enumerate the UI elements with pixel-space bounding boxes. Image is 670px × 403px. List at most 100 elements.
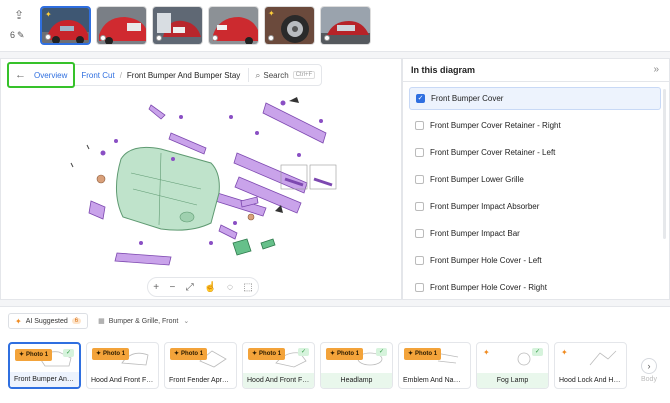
select-box-icon[interactable]: ⬚ [243, 282, 252, 293]
check-icon: ✓ [63, 349, 74, 357]
lower-grille[interactable] [114, 252, 172, 266]
suggestion-card[interactable]: ✦ Photo 1 Emblem And Name ... [398, 342, 471, 389]
breadcrumb-current: Front Bumper And Bumper Stay [126, 70, 241, 80]
search-shortcut: Ctrl+F [292, 71, 316, 79]
list-item[interactable]: Front Bumper Lower Grille [409, 168, 661, 191]
group-dropdown[interactable]: ▦ Bumper & Grille, Front ⌄ [92, 313, 195, 329]
item-label: Front Bumper Cover Retainer - Right [430, 121, 561, 130]
list-item[interactable]: Front Bumper Impact Absorber [409, 195, 661, 218]
item-label: Front Bumper Impact Bar [430, 229, 520, 238]
checkbox[interactable]: ✓ [416, 94, 425, 103]
photo-strip: ⇪ 6 ✎ ✦ ✦ [0, 0, 670, 52]
checkbox[interactable] [415, 229, 424, 238]
list-item[interactable]: Front Bumper Cover Retainer - Right [409, 114, 661, 137]
breadcrumb-front-cut[interactable]: Front Cut [81, 71, 114, 80]
upload-icon[interactable]: ⇪ [10, 7, 28, 23]
select-dot[interactable] [45, 34, 51, 40]
zoom-in-icon[interactable]: + [153, 282, 159, 293]
list-item[interactable]: Front Bumper Impact Bar [409, 222, 661, 245]
photo-thumb-6[interactable] [320, 6, 371, 45]
breadcrumb-separator: / [119, 70, 122, 80]
checkbox[interactable] [415, 148, 424, 157]
edit-icon: ✎ [17, 30, 25, 40]
detail-box-2[interactable] [309, 164, 337, 190]
photo-badge: ✦ Photo 1 [326, 348, 364, 360]
checkbox[interactable] [415, 256, 424, 265]
check-icon: ✓ [376, 348, 387, 356]
ai-suggested-tab[interactable]: ✦ AI Suggested 6 [8, 313, 89, 329]
photo-badge: ✦ Photo 1 [15, 349, 53, 361]
card-label: Hood And Front Fen... [243, 373, 314, 388]
checkbox[interactable] [415, 175, 424, 184]
chevron-down-icon: ⌄ [183, 318, 190, 325]
breadcrumb-overview[interactable]: Overview [34, 71, 67, 80]
photo-badge: ✦ Photo 1 [404, 348, 442, 360]
zoom-out-icon[interactable]: − [169, 282, 175, 293]
select-dot[interactable] [100, 35, 106, 41]
checkbox[interactable] [415, 283, 424, 292]
overview-highlight[interactable]: ← Overview [7, 62, 76, 88]
checkbox[interactable] [415, 121, 424, 130]
divider [248, 68, 250, 82]
card-label: Hood And Front Fen... [91, 377, 158, 384]
select-dot[interactable] [268, 35, 274, 41]
app-root: ⇪ 6 ✎ ✦ ✦ ← Overview Front Cut / Front B… [0, 0, 670, 403]
ai-suggested-label: AI Suggested [25, 317, 68, 325]
item-label: Front Bumper Hole Cover - Left [430, 256, 542, 265]
list-item[interactable]: Front Bumper Hole Cover - Left [409, 249, 661, 272]
overflow-card-label: Body [641, 376, 657, 383]
photo-badge: ✦ Photo 1 [92, 348, 130, 360]
ai-spark-icon: ✦ [45, 10, 52, 19]
check-icon: ✓ [298, 348, 309, 356]
collapse-icon[interactable]: » [653, 64, 659, 75]
pointer-icon[interactable]: ☝ [204, 282, 216, 293]
list-item[interactable]: Front Bumper Hole Cover - Right [409, 276, 661, 299]
suggestion-filters: ✦ AI Suggested 6 ▦ Bumper & Grille, Fron… [8, 313, 195, 329]
exploded-parts-diagram[interactable] [61, 93, 346, 273]
suggestion-card[interactable]: ✦ Photo 1 ✓ Hood And Front Fen... [242, 342, 315, 389]
fog-bracket[interactable] [232, 238, 252, 256]
chevron-right-icon[interactable]: › [641, 358, 657, 374]
list-item[interactable]: Front Bumper Cover Retainer - Left [409, 141, 661, 164]
group-label: Bumper & Grille, Front [108, 317, 179, 325]
suggestion-card[interactable]: ✦ Photo 1 ✓ Headlamp [320, 342, 393, 389]
select-dot[interactable] [324, 35, 330, 41]
scrollbar[interactable] [663, 89, 666, 239]
breadcrumb: ← Overview Front Cut / Front Bumper And … [7, 62, 323, 88]
photo-thumb-4[interactable] [208, 6, 259, 45]
select-dot[interactable] [156, 35, 162, 41]
front-bumper-cover[interactable] [116, 146, 220, 231]
photo-thumb-2[interactable] [96, 6, 147, 45]
bracket-b[interactable] [218, 224, 238, 240]
search-button[interactable]: Search [263, 71, 288, 80]
bracket-a[interactable] [148, 104, 166, 120]
list-item[interactable]: ✓ Front Bumper Cover [409, 87, 661, 110]
retainer-left[interactable] [88, 200, 106, 220]
suggestion-card[interactable]: ✦ Photo 1 ✓ Front Bumper And ... [8, 342, 81, 389]
suggestion-card[interactable]: ✦ ✓ Fog Lamp [476, 342, 549, 389]
diagram-toolbar: + − ⤢ ☝ ◌ ⬚ [147, 277, 259, 297]
check-icon: ✓ [532, 348, 543, 356]
search-icon[interactable]: ⌕ [255, 70, 260, 81]
suggestion-card[interactable]: ✦ Photo 1 Front Fender Apron ... [164, 342, 237, 389]
lasso-icon[interactable]: ◌ [227, 282, 233, 293]
suggestion-card[interactable]: ✦ Hood Lock And Hinge [554, 342, 627, 389]
select-dot[interactable] [212, 35, 218, 41]
card-label: Hood Lock And Hinge [559, 377, 626, 384]
ai-spark-icon: ✦ [561, 348, 568, 357]
suggestion-card[interactable]: ✦ Photo 1 Hood And Front Fen... [86, 342, 159, 389]
photo-thumb-3[interactable] [152, 6, 203, 45]
photo-thumb-5[interactable]: ✦ [264, 6, 315, 45]
photo-badge: ✦ Photo 1 [248, 348, 286, 360]
fit-icon[interactable]: ⤢ [186, 282, 194, 293]
impact-bar[interactable] [262, 102, 327, 144]
photo-thumbnails: ✦ ✦ [40, 6, 371, 45]
arrow-left-icon[interactable]: ← [15, 69, 26, 81]
photo-count[interactable]: 6 ✎ [10, 30, 25, 41]
bumper-stay-upper[interactable] [168, 132, 207, 155]
grid-icon: ▦ [98, 318, 105, 325]
item-label: Front Bumper Impact Absorber [430, 202, 540, 211]
photo-thumb-1[interactable]: ✦ [40, 6, 91, 45]
checkbox[interactable] [415, 202, 424, 211]
photo-badge: ✦ Photo 1 [170, 348, 208, 360]
